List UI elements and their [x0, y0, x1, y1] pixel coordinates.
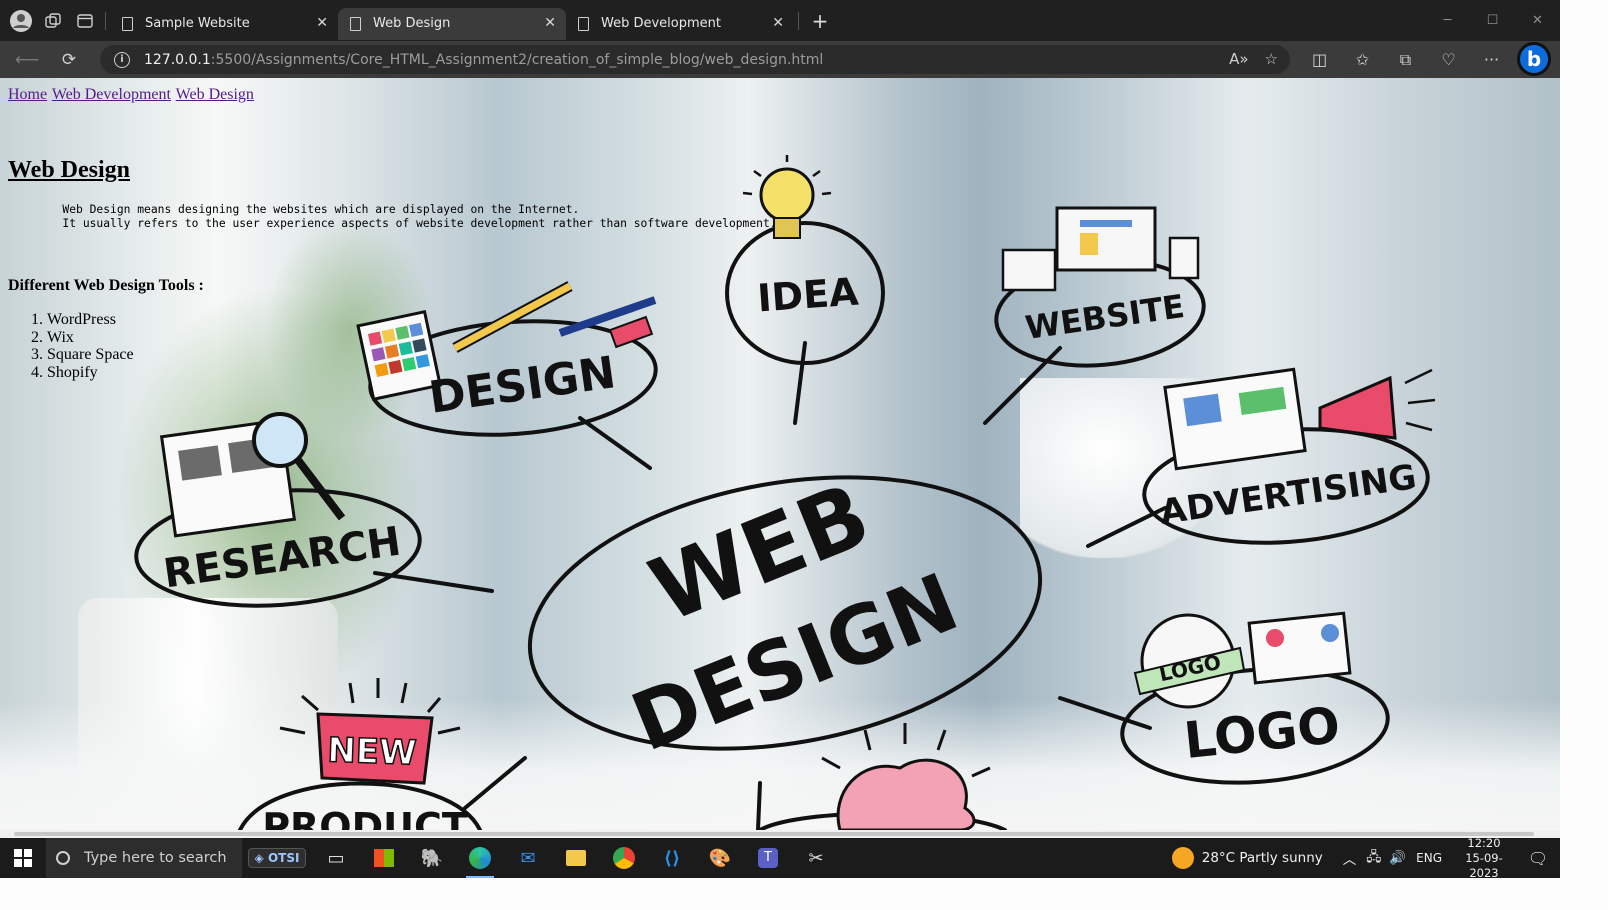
search-icon	[56, 851, 70, 865]
search-placeholder: Type here to search	[84, 850, 227, 866]
read-aloud-icon[interactable]: A»	[1229, 50, 1248, 68]
clock-date: 15-09-2023	[1465, 850, 1503, 879]
new-tab-button[interactable]: +	[803, 9, 837, 33]
tab-actions-icon[interactable]	[69, 5, 101, 37]
weather-text[interactable]: 28°C Partly sunny	[1202, 850, 1323, 866]
description-line-2: It usually refers to the user experience…	[62, 217, 777, 231]
language-indicator[interactable]: ENG	[1416, 851, 1442, 865]
maximize-icon[interactable]: ☐	[1470, 0, 1515, 41]
advertising-doodle	[1163, 367, 1436, 471]
page-title: Web Design	[8, 157, 131, 183]
web-page: IDEA WEBSITE DESIGN RESEARCH ADVERTISING…	[0, 78, 1560, 830]
tools-heading: Different Web Design Tools :	[8, 277, 204, 294]
reload-button[interactable]: ⟳	[48, 41, 90, 78]
windows-start-button[interactable]	[0, 838, 46, 878]
close-window-icon[interactable]: ✕	[1515, 0, 1560, 41]
clock-time: 12:20	[1467, 835, 1501, 850]
browser-window: Sample Website ✕ Web Design ✕ Web Develo…	[0, 0, 1560, 878]
file-explorer-icon[interactable]	[552, 838, 600, 878]
description-line-1: Web Design means designing the websites …	[62, 203, 580, 216]
list-item: Shopify	[47, 364, 134, 382]
devices-doodle	[1001, 206, 1200, 292]
copilot-icon[interactable]: b	[1517, 42, 1551, 76]
tab-bar: Sample Website ✕ Web Design ✕ Web Develo…	[0, 0, 1560, 41]
page-icon	[350, 16, 361, 31]
idea-label: IDEA	[756, 269, 860, 320]
chevron-up-icon[interactable]: ︿	[1343, 848, 1357, 868]
network-icon[interactable]: 🖧	[1366, 847, 1381, 870]
snipping-tool-icon[interactable]: ✂	[792, 838, 840, 878]
address-bar[interactable]: i 127.0.0.1:5500/Assignments/Core_HTML_A…	[100, 45, 1290, 74]
close-tab-icon[interactable]: ✕	[544, 15, 556, 31]
address-bar-row: ⟵ ⟳ i 127.0.0.1:5500/Assignments/Core_HT…	[0, 41, 1560, 78]
system-tray: 28°C Partly sunny ︿ 🖧 🔊 ENG 12:20 15-09-…	[1171, 836, 1560, 879]
list-item: WordPress	[47, 311, 134, 329]
edge-icon[interactable]	[456, 838, 504, 878]
favorite-star-icon[interactable]: ☆	[1265, 50, 1278, 68]
nav-link-home[interactable]: Home	[8, 86, 47, 103]
new-label: NEW	[327, 730, 418, 773]
nav-link-web-development[interactable]: Web Development	[52, 86, 171, 103]
volume-icon[interactable]: 🔊	[1389, 850, 1406, 866]
mail-icon[interactable]: ✉	[504, 838, 552, 878]
favorites-icon[interactable]: ✩	[1341, 41, 1384, 78]
scrollbar-thumb[interactable]	[14, 832, 1534, 836]
close-tab-icon[interactable]: ✕	[772, 15, 784, 31]
website-label: WEBSITE	[1023, 287, 1187, 347]
tab-web-design[interactable]: Web Design ✕	[338, 7, 566, 40]
teams-icon[interactable]: T	[744, 838, 792, 878]
window-controls: ─ ☐ ✕	[1425, 0, 1560, 41]
screenshot-margin-bottom	[0, 878, 1560, 910]
notifications-icon[interactable]: 🗨	[1516, 849, 1560, 868]
more-menu-icon[interactable]: ···	[1470, 41, 1513, 78]
paint-icon[interactable]: 🎨	[696, 838, 744, 878]
magnifier-doodle	[159, 412, 346, 538]
page-description: Web Design means designing the websites …	[8, 203, 777, 232]
design-label: DESIGN	[426, 347, 619, 424]
list-item: Wix	[47, 329, 134, 347]
minimize-icon[interactable]: ─	[1425, 0, 1470, 41]
profile-icon[interactable]	[5, 5, 37, 37]
tab-web-development[interactable]: Web Development ✕	[566, 8, 794, 40]
close-tab-icon[interactable]: ✕	[316, 15, 328, 31]
back-button[interactable]: ⟵	[6, 41, 48, 78]
weather-icon[interactable]	[1171, 847, 1194, 869]
url-text[interactable]: 127.0.0.1:5500/Assignments/Core_HTML_Ass…	[144, 52, 823, 68]
page-nav: Home Web Development Web Design	[8, 86, 255, 104]
collections-icon[interactable]: ⧉	[1384, 41, 1427, 78]
page-icon	[578, 16, 589, 31]
tab-title: Web Development	[601, 16, 721, 31]
taskbar-clock[interactable]: 12:20 15-09-2023	[1452, 836, 1516, 879]
nav-link-web-design[interactable]: Web Design	[176, 86, 254, 103]
workspaces-icon[interactable]	[37, 5, 69, 37]
task-view-icon[interactable]: ▭	[312, 838, 360, 878]
list-item: Square Space	[47, 346, 134, 364]
tab-separator	[105, 11, 106, 30]
vscode-icon[interactable]: ⟨⟩	[648, 838, 696, 878]
logo-label: LOGO	[1181, 696, 1342, 770]
store-icon[interactable]	[360, 838, 408, 878]
split-screen-icon[interactable]: ◫	[1298, 41, 1341, 78]
page-icon	[122, 16, 133, 31]
browser-essentials-icon[interactable]: ♡	[1427, 41, 1470, 78]
tab-title: Sample Website	[145, 16, 250, 31]
site-info-icon[interactable]: i	[114, 51, 130, 68]
chrome-icon[interactable]	[600, 838, 648, 878]
tab-sample-website[interactable]: Sample Website ✕	[110, 8, 338, 40]
screenshot-margin-right	[1560, 0, 1608, 910]
tools-list: WordPress Wix Square Space Shopify	[47, 311, 134, 381]
horizontal-scrollbar[interactable]	[0, 830, 1560, 838]
windows-taskbar: Type here to search ◈ OTSI ▭ 🐘 ✉ ⟨⟩ 🎨 T …	[0, 836, 1560, 879]
postgres-icon[interactable]: 🐘	[408, 838, 456, 878]
tab-title: Web Design	[373, 16, 451, 31]
taskbar-search[interactable]: Type here to search	[46, 838, 242, 878]
web-design-doodle-illustration: IDEA WEBSITE DESIGN RESEARCH ADVERTISING…	[134, 155, 1436, 830]
tab-separator	[798, 11, 799, 30]
brain-doodle	[821, 723, 991, 830]
otsi-app-icon[interactable]: ◈ OTSI	[242, 838, 312, 878]
product-label: PRODUCT	[262, 805, 468, 830]
